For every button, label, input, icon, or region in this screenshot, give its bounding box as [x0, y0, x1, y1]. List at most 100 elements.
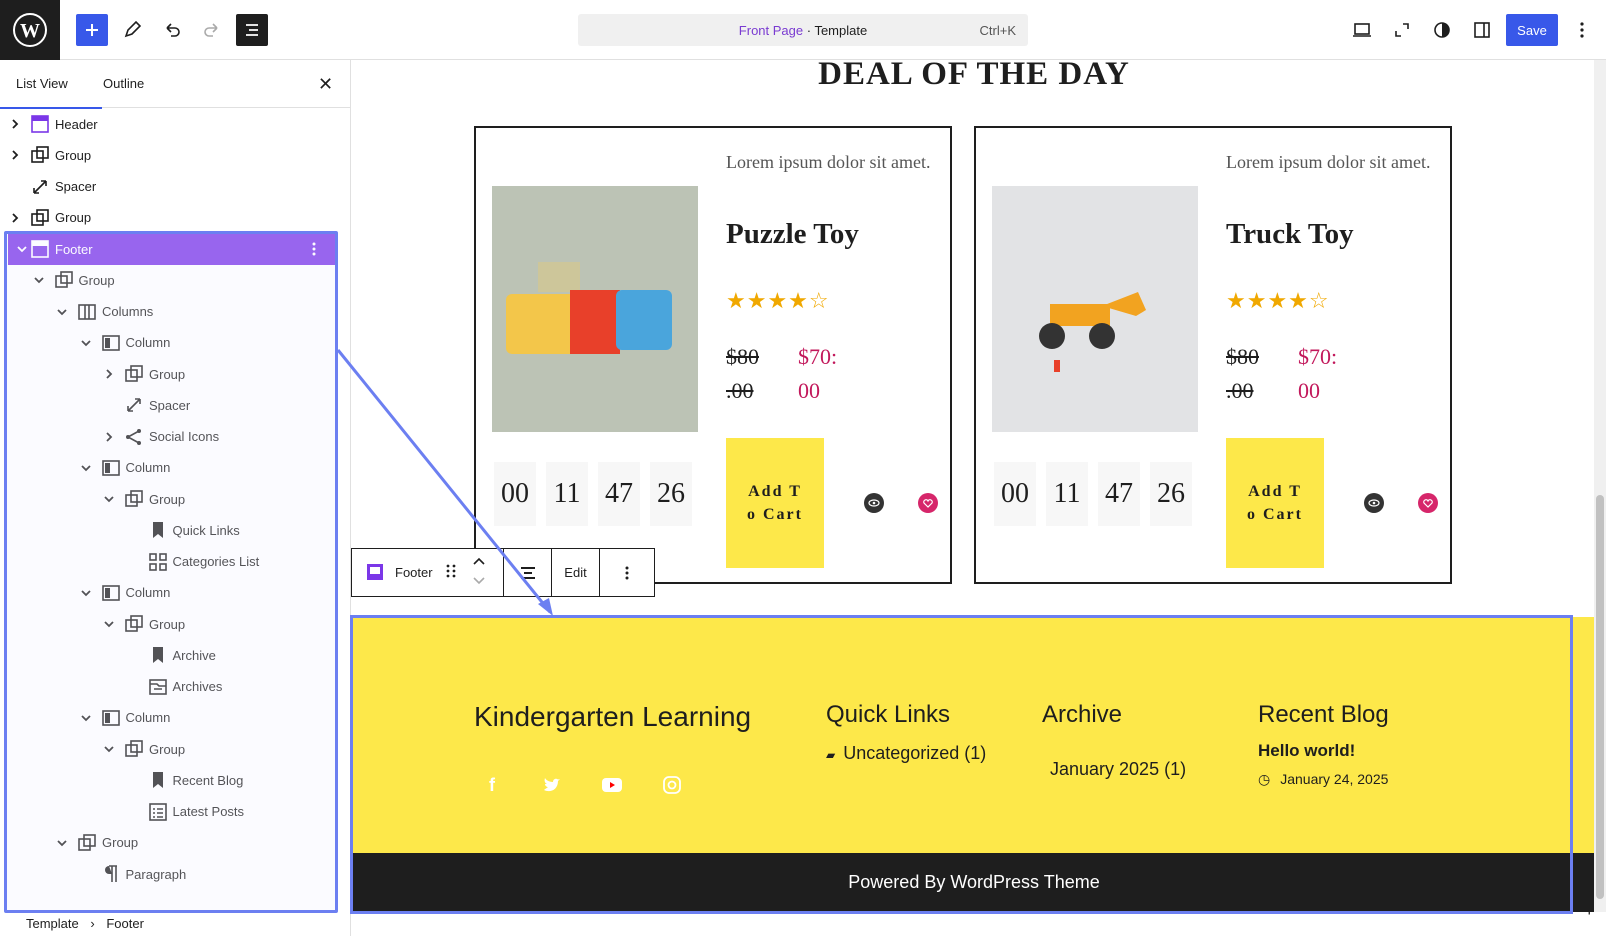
styles-icon[interactable]: [1426, 14, 1458, 46]
recent-post-date: ◷ January 24, 2025: [1258, 771, 1388, 788]
rating-stars: ★★★★☆: [1226, 288, 1330, 313]
desktop-preview-icon[interactable]: [1346, 14, 1378, 46]
archive-link[interactable]: January 2025 (1): [1050, 759, 1186, 780]
countdown-minutes: 47: [1098, 462, 1140, 526]
chevron-right-icon[interactable]: [8, 148, 22, 162]
command-shortcut: Ctrl+K: [979, 23, 1016, 38]
countdown-seconds: 26: [650, 462, 692, 526]
list-view-item-label: Group: [55, 210, 92, 226]
title-separator: ·: [803, 23, 815, 38]
rating-stars: ★★★★☆: [726, 288, 830, 313]
document-overview-icon[interactable]: [236, 14, 268, 46]
template-name: Front Page: [738, 23, 804, 38]
group-icon: [30, 145, 50, 165]
spacer-icon: [30, 177, 50, 197]
save-button[interactable]: Save: [1506, 14, 1558, 46]
canvas-scrollbar[interactable]: [1594, 60, 1606, 912]
sale-price: $70: 00: [798, 344, 838, 403]
breadcrumb-root[interactable]: Template: [26, 916, 79, 931]
chevron-right-icon[interactable]: [8, 117, 22, 131]
block-switcher[interactable]: Footer: [352, 549, 504, 596]
block-name: Footer: [395, 565, 433, 580]
list-view-item-label: Header: [55, 116, 98, 132]
facebook-icon[interactable]: f: [474, 767, 510, 803]
old-price: $80 .00: [726, 344, 759, 403]
breadcrumb-separator: ›: [90, 916, 95, 931]
countdown-hours: 11: [546, 462, 588, 526]
footer-site-title[interactable]: Kindergarten Learning: [474, 701, 751, 733]
countdown-hours: 11: [1046, 462, 1088, 526]
edit-button[interactable]: Edit: [552, 549, 600, 596]
product-image[interactable]: [492, 186, 698, 432]
list-view-item-label: Group: [55, 147, 92, 163]
block-options-icon[interactable]: [600, 549, 654, 596]
youtube-icon[interactable]: [594, 767, 630, 803]
recent-blog-heading[interactable]: Recent Blog: [1258, 701, 1389, 729]
old-price: $80 .00: [1226, 344, 1259, 403]
recent-post-link[interactable]: Hello world!: [1258, 741, 1355, 761]
list-view-item-header[interactable]: Header: [0, 108, 340, 140]
product-description: Lorem ipsum dolor sit amet.: [1226, 152, 1431, 172]
footer-template-part[interactable]: Kindergarten Learning f Quick Links ▰ Unc…: [352, 617, 1596, 912]
archive-heading[interactable]: Archive: [1042, 701, 1122, 729]
more-options-icon[interactable]: [1566, 14, 1598, 46]
clock-icon: ◷: [1258, 771, 1271, 787]
move-up-icon[interactable]: [472, 555, 486, 570]
list-view-item-spacer[interactable]: Spacer: [0, 171, 340, 203]
wordpress-logo-icon[interactable]: W: [0, 0, 60, 60]
countdown-seconds: 26: [1150, 462, 1192, 526]
group-icon: [30, 208, 50, 228]
quick-links-heading[interactable]: Quick Links: [826, 701, 950, 729]
instagram-icon[interactable]: [654, 767, 690, 803]
list-view-item-group[interactable]: Group: [0, 139, 340, 171]
align-icon[interactable]: [504, 549, 552, 596]
wishlist-heart-icon[interactable]: [1418, 493, 1438, 513]
add-block-button[interactable]: [76, 14, 108, 46]
undo-icon[interactable]: [156, 14, 188, 46]
wishlist-heart-icon[interactable]: [918, 493, 938, 513]
twitter-icon[interactable]: [534, 767, 570, 803]
product-card[interactable]: Lorem ipsum dolor sit amet. Puzzle Toy ★…: [474, 126, 952, 584]
fullscreen-icon[interactable]: [1386, 14, 1418, 46]
add-to-cart-button[interactable]: Add To Cart: [726, 438, 824, 568]
add-to-cart-button[interactable]: Add To Cart: [1226, 438, 1324, 568]
quick-view-icon[interactable]: [864, 493, 884, 513]
pen-tool-icon[interactable]: [116, 14, 148, 46]
product-title[interactable]: Truck Toy: [1226, 218, 1354, 251]
product-title[interactable]: Puzzle Toy: [726, 218, 859, 251]
drag-handle-icon[interactable]: [446, 563, 456, 582]
countdown-days: 00: [994, 462, 1036, 526]
copyright-bar[interactable]: Powered By WordPress Theme: [352, 853, 1596, 912]
sale-price: $70: 00: [1298, 344, 1338, 403]
product-card[interactable]: Lorem ipsum dolor sit amet. Truck Toy ★★…: [974, 126, 1452, 584]
category-item[interactable]: ▰ Uncategorized (1): [826, 743, 986, 764]
template-part-icon: [30, 114, 50, 134]
product-image[interactable]: [992, 186, 1198, 432]
svg-text:W: W: [20, 20, 40, 42]
move-down-icon[interactable]: [472, 575, 486, 590]
insert-block-icon[interactable]: +: [1584, 900, 1595, 921]
copyright-text[interactable]: Powered By WordPress Theme: [848, 872, 1099, 893]
breadcrumb-current[interactable]: Footer: [106, 916, 144, 931]
list-view-item-group[interactable]: Group: [0, 202, 340, 234]
scrollbar-thumb[interactable]: [1596, 495, 1604, 899]
redo-icon[interactable]: [196, 14, 228, 46]
post-date-text: January 24, 2025: [1280, 771, 1389, 787]
countdown-minutes: 47: [598, 462, 640, 526]
list-view-item-label: Spacer: [55, 179, 97, 194]
chevron-right-icon[interactable]: [8, 211, 22, 225]
category-link[interactable]: Uncategorized (1): [843, 743, 986, 763]
quick-view-icon[interactable]: [1364, 493, 1384, 513]
deal-heading[interactable]: DEAL OF THE DAY: [352, 60, 1596, 93]
tab-list-view[interactable]: List View: [0, 76, 102, 109]
close-icon[interactable]: ✕: [318, 74, 333, 95]
selection-highlight: [4, 231, 338, 913]
breadcrumb: Template › Footer: [26, 916, 144, 931]
product-description: Lorem ipsum dolor sit amet.: [726, 152, 931, 172]
block-toolbar: Footer Edit: [351, 548, 655, 597]
tab-outline[interactable]: Outline: [103, 76, 144, 91]
template-part-icon: [366, 563, 384, 584]
command-palette-bar[interactable]: Front Page · Template Ctrl+K: [578, 14, 1028, 46]
countdown-days: 00: [494, 462, 536, 526]
settings-sidebar-icon[interactable]: [1466, 14, 1498, 46]
